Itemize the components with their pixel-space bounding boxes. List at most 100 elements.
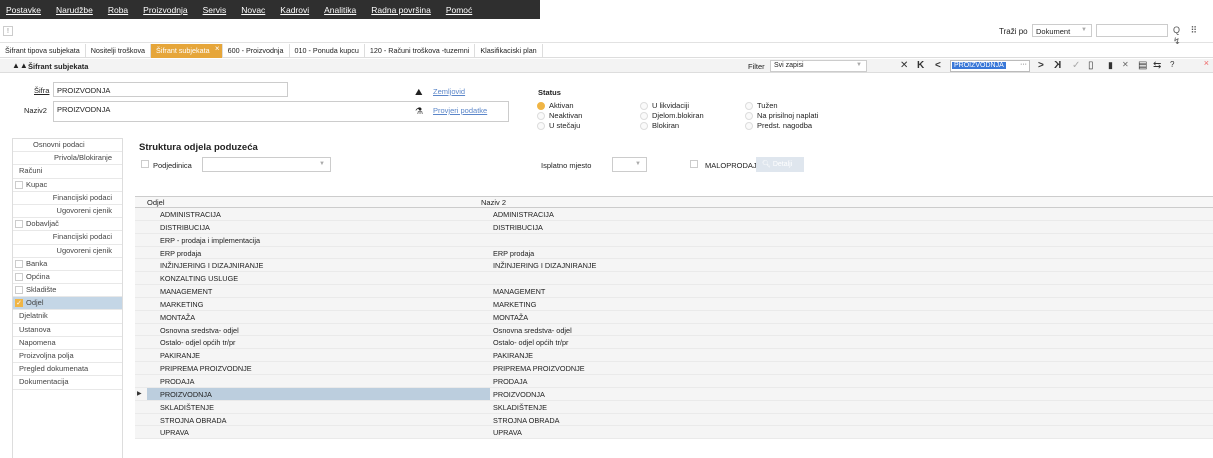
sidebar-item[interactable]: Osnovni podaci [13,139,122,153]
radio-icon[interactable] [745,102,753,111]
sidebar-item[interactable]: Privola/Blokiranje [13,152,122,166]
record-selector[interactable]: PROIZVODNJA ··· [950,60,1030,72]
info-icon[interactable]: ! [3,26,13,36]
status-option[interactable]: Aktivan [537,101,574,111]
table-row[interactable]: ADMINISTRACIJA ADMINISTRACIJA [135,208,1213,221]
checkbox[interactable] [15,220,23,229]
search-input[interactable] [1096,24,1168,37]
filter-select[interactable]: Svi zapisi ▼ [770,60,867,72]
document-icon[interactable]: ▮ [1108,60,1113,71]
menu-item[interactable]: Pomoć [446,5,472,15]
menu-item[interactable]: Radna površina [371,5,431,15]
sidebar-item[interactable]: Pregled dokumenata [13,363,122,377]
status-option[interactable]: Na prisilnoj naplati [745,111,818,121]
podjedinica-checkbox[interactable] [141,160,149,168]
table-row[interactable]: Ostalo- odjel općih tr/pr Ostalo- odjel o… [135,336,1213,350]
table-row[interactable]: INŽINJERING I DIZAJNIRANJE INŽINJERING I … [135,259,1213,273]
sidebar-item[interactable]: Ugovoreni cjenik [13,205,122,219]
sidebar-item[interactable]: Proizvoljna polja [13,350,122,364]
tab[interactable]: Klasifikaciski plan [475,43,543,58]
checkbox[interactable] [15,286,23,295]
confirm-icon[interactable]: ✓ [1072,60,1080,71]
status-option[interactable]: U stečaju [537,121,580,131]
sidebar-item[interactable]: ✓ Odjel [13,297,122,311]
sidebar-item[interactable]: Ugovoreni cjenik [13,245,122,258]
last-record-icon[interactable]: K [1054,60,1061,71]
cancel-icon[interactable]: ✕ [900,60,908,71]
tab[interactable]: Nositelji troškova [86,43,152,58]
table-row[interactable]: MONTAŽA MONTAŽA [135,310,1213,324]
table-row[interactable]: ERP prodaja ERP prodaja [135,246,1213,260]
status-option[interactable]: Djelom.blokiran [640,111,704,121]
cut-icon[interactable]: ✕ [1122,60,1129,69]
table-row[interactable]: ERP - prodaja i implementacija [135,233,1213,247]
checkbox[interactable] [15,272,23,281]
radio-icon[interactable] [640,102,648,111]
status-option[interactable]: Neaktivan [537,111,582,121]
tab[interactable]: 600 - Proizvodnja [223,43,290,58]
menu-item[interactable]: Novac [241,5,265,15]
menu-item[interactable]: Postavke [6,5,41,15]
checkbox[interactable] [15,259,23,268]
sidebar-item[interactable]: Dokumentacija [13,376,122,390]
table-row[interactable]: KONZALTING USLUGE [135,272,1213,286]
table-row[interactable]: Osnovna sredstva- odjel Osnovna sredstva-… [135,323,1213,337]
status-option[interactable]: Blokiran [640,121,679,131]
table-row[interactable]: PAKIRANJE PAKIRANJE [135,349,1213,363]
tab[interactable]: 010 - Ponuda kupcu [290,43,365,58]
table-row[interactable]: MANAGEMENT MANAGEMENT [135,285,1213,298]
sidebar-item[interactable]: Napomena [13,337,122,350]
sifra-field[interactable]: PROIZVODNJA [53,82,288,97]
sidebar-item[interactable]: Kupac [13,179,122,192]
sidebar-item[interactable]: Skladište [13,284,122,298]
sidebar-item[interactable]: Banka [13,258,122,271]
verify-icon[interactable]: ⚗ [415,106,423,117]
table-row[interactable]: PRODAJA PRODAJA [135,374,1213,388]
radio-icon[interactable] [537,112,545,121]
sidebar-item[interactable]: Djelatnik [13,310,122,324]
column-header-naziv2[interactable]: Naziv 2 [481,198,506,207]
radio-icon[interactable] [640,112,648,121]
first-record-icon[interactable]: K [917,60,924,71]
previous-record-icon[interactable]: < [935,60,941,71]
radio-icon[interactable] [745,112,753,121]
menu-item[interactable]: Kadrovi [280,5,309,15]
swap-icon[interactable]: ⇆ [1153,60,1161,71]
menu-item[interactable]: Narudžbe [56,5,93,15]
provjeri-podatke-link[interactable]: Provjeri podatke [433,106,487,115]
table-row[interactable]: STROJNA OBRADA STROJNA OBRADA [135,413,1213,427]
table-row[interactable]: ▶ PROIZVODNJA PROIZVODNJA [135,387,1213,401]
isplatno-mjesto-select[interactable]: ▼ [612,157,647,172]
tab[interactable]: 120 - Računi troškova -tuzemni [365,43,476,58]
search-type-select[interactable]: Dokument ▼ [1032,24,1092,37]
sidebar-item[interactable]: Financijski podaci [13,231,122,245]
tab[interactable]: Šifrant tipova subjekata [0,43,86,58]
table-row[interactable]: DISTRIBUCIJA DISTRIBUCIJA [135,220,1213,234]
sidebar-item[interactable]: Ustanova [13,324,122,337]
help-icon[interactable]: ? [1170,60,1174,69]
radio-icon[interactable] [745,122,753,131]
close-icon[interactable]: × [1204,58,1209,68]
radio-icon[interactable] [640,122,648,131]
tab[interactable]: Šifrant subjekata × [151,43,223,58]
sidebar-item[interactable]: Dobavljač [13,218,122,232]
sidebar-item[interactable]: Općina [13,271,122,285]
map-icon[interactable]: ⛰ [415,87,423,98]
radio-icon[interactable] [537,122,545,131]
close-tab-icon[interactable]: × [215,44,220,54]
detalji-button[interactable]: 🔍︎ Detalji [756,157,804,172]
menu-item[interactable]: Analitika [324,5,356,15]
table-row[interactable]: PRIPREMA PROIZVODNJE PRIPREMA PROIZVODNJE [135,362,1213,375]
sidebar-item[interactable]: Financijski podaci [13,192,122,205]
zemljovid-link[interactable]: Zemljovid [433,87,465,96]
table-row[interactable]: UPRAVA UPRAVA [135,426,1213,440]
column-header-odjel[interactable]: Odjel [147,198,165,207]
new-document-icon[interactable]: ▯ [1088,60,1094,71]
sidebar-item[interactable]: Računi [13,165,122,179]
status-option[interactable]: Tužen [745,101,778,111]
table-row[interactable]: SKLADIŠTENJE SKLADIŠTENJE [135,400,1213,414]
status-option[interactable]: Predst. nagodba [745,121,812,131]
checkbox[interactable]: ✓ [15,299,23,308]
menu-item[interactable]: Proizvodnja [143,5,187,15]
radio-icon[interactable] [537,102,545,111]
